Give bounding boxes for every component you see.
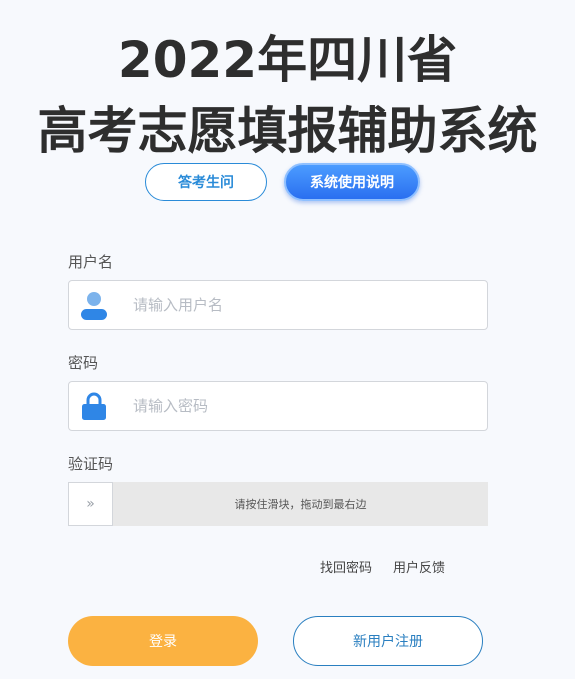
username-input[interactable] — [133, 281, 473, 329]
user-icon — [80, 291, 108, 321]
password-label: 密码 — [68, 354, 99, 372]
system-guide-button[interactable]: 系统使用说明 — [284, 163, 420, 201]
ask-question-button[interactable]: 答考生问 — [145, 163, 267, 201]
double-chevron-right-icon: » — [86, 496, 95, 512]
captcha-slider-handle[interactable]: » — [68, 482, 113, 526]
lock-icon — [80, 392, 108, 422]
captcha-slider-track[interactable]: 请按住滑块，拖动到最右边 » — [68, 482, 488, 526]
password-field[interactable] — [68, 381, 488, 431]
forgot-password-link[interactable]: 找回密码 — [320, 557, 372, 576]
username-field[interactable] — [68, 280, 488, 330]
page-title-line2: 高考志愿填报辅助系统 — [37, 102, 538, 160]
feedback-link[interactable]: 用户反馈 — [393, 557, 445, 576]
captcha-slider-hint: 请按住滑块，拖动到最右边 — [234, 498, 367, 511]
username-label: 用户名 — [68, 253, 114, 271]
register-button[interactable]: 新用户注册 — [293, 616, 483, 666]
page-title-line1: 2022年四川省 — [117, 31, 458, 89]
password-input[interactable] — [133, 382, 473, 430]
captcha-label: 验证码 — [68, 455, 114, 473]
login-button[interactable]: 登录 — [68, 616, 258, 666]
